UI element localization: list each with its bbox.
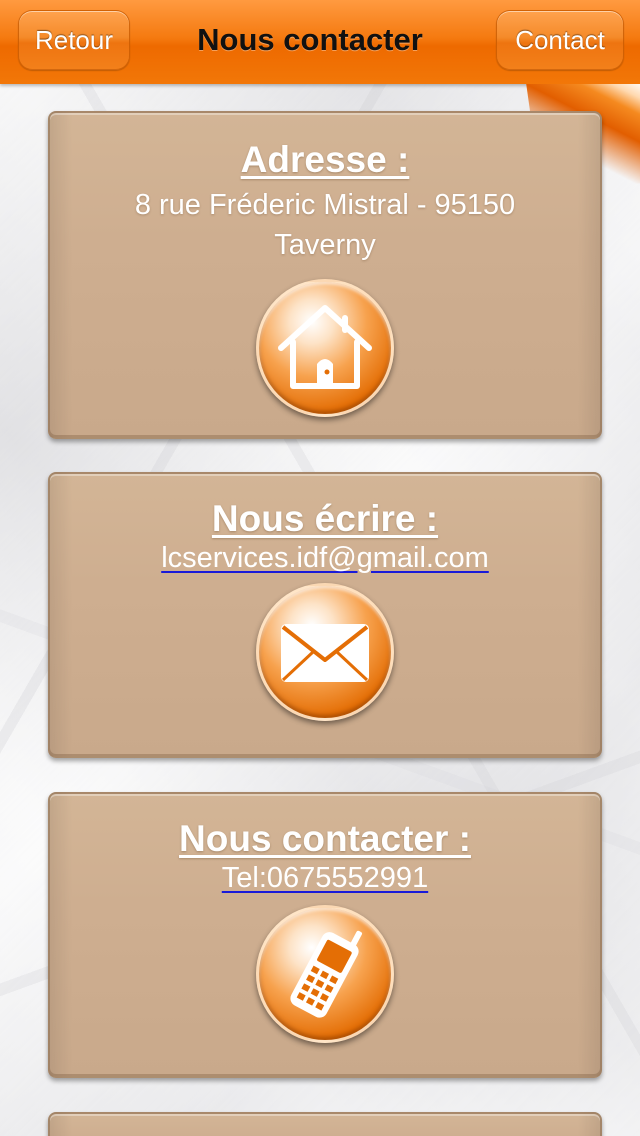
address-card: Adresse : 8 rue Fréderic Mistral - 95150…	[48, 111, 602, 439]
back-button[interactable]: Retour	[18, 10, 130, 70]
mail-icon[interactable]	[256, 583, 394, 721]
email-link[interactable]: lcservices.idf@gmail.com	[161, 542, 489, 575]
contact-button[interactable]: Contact	[496, 10, 624, 70]
home-icon[interactable]	[256, 279, 394, 417]
page-title: Nous contacter	[197, 22, 423, 57]
partial-card	[48, 1112, 602, 1136]
header-bar: Retour Nous contacter Contact	[0, 0, 640, 84]
email-card: Nous écrire : lcservices.idf@gmail.com	[48, 472, 602, 758]
address-text: 8 rue Fréderic Mistral - 95150 Taverny	[134, 189, 516, 261]
email-title: Nous écrire :	[211, 498, 439, 539]
phone-link[interactable]: Tel:0675552991	[222, 862, 428, 895]
phone-title: Nous contacter :	[179, 818, 471, 859]
phone-card: Nous contacter : Tel:0675552991	[48, 792, 602, 1078]
address-title: Adresse :	[240, 139, 410, 180]
phone-icon[interactable]	[256, 905, 394, 1043]
